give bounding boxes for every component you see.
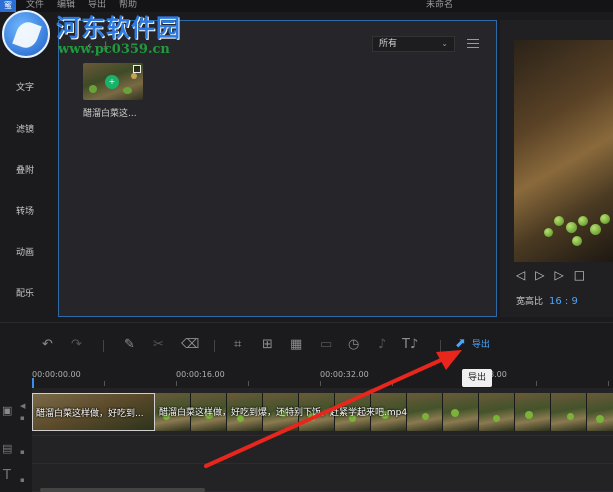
- app-logo: 蜜: [0, 0, 16, 12]
- title-bar: 蜜 文件 编辑 导出 帮助 未命名: [0, 0, 613, 12]
- filter-value: 所有: [379, 39, 398, 49]
- back-icon[interactable]: ‹: [87, 39, 91, 53]
- menu-export[interactable]: 导出: [88, 0, 106, 11]
- export-icon: ⬈: [455, 336, 466, 351]
- checkbox-icon[interactable]: [133, 65, 141, 73]
- sidebar-item-filters[interactable]: 滤镜: [0, 122, 58, 135]
- category-sidebar: 文字 滤镜 叠附 转场 动画 配乐: [0, 60, 58, 317]
- zoom-frame-icon[interactable]: ⊞: [262, 337, 273, 352]
- document-title: 未命名: [426, 0, 454, 10]
- overlay-track-icon: ▤: [2, 442, 13, 455]
- menu-help[interactable]: 帮助: [119, 0, 137, 11]
- video-track-icon: ▣: [2, 404, 13, 417]
- duration-clock-icon[interactable]: ◷: [348, 337, 359, 352]
- preview-video-frame: [514, 40, 613, 262]
- next-frame-icon[interactable]: ▷: [554, 268, 563, 282]
- crop-icon[interactable]: ⌗: [234, 337, 241, 352]
- menu-file[interactable]: 文件: [26, 0, 44, 11]
- stop-icon[interactable]: □: [574, 268, 585, 282]
- screen-icon[interactable]: ▭: [320, 337, 332, 352]
- video-clip[interactable]: 醋溜白菜这样做，好吃到... 醋溜白菜这样做，好吃到爆，还特别下饭，赶紧学起来吧…: [32, 393, 613, 431]
- undo-icon[interactable]: ↶: [42, 337, 53, 352]
- previous-frame-icon[interactable]: ◁: [516, 268, 525, 282]
- export-button[interactable]: ⬈ 导出: [455, 336, 490, 351]
- sidebar-item-animations[interactable]: 动画: [0, 245, 58, 258]
- lock-icon[interactable]: ▪: [20, 476, 25, 484]
- media-item[interactable]: + 醋溜白菜这...: [83, 63, 145, 119]
- timeline-tracks: ▣ ◀ ▪ 醋溜白菜这样做，好吃到... 醋溜白菜这样做，好吃到爆，还特别下饭，…: [0, 388, 613, 492]
- sidebar-item-text[interactable]: 文字: [0, 80, 58, 93]
- sidebar-item-transitions[interactable]: 转场: [0, 204, 58, 217]
- timeline-scrollbar[interactable]: [40, 488, 205, 492]
- media-filter-select[interactable]: 所有 ⌄: [372, 36, 455, 52]
- overlay-track-header: ▤ ▪: [0, 436, 32, 464]
- text-to-speech-icon[interactable]: T♪: [402, 337, 418, 352]
- media-thumbnail: +: [83, 63, 143, 100]
- clip-title: 醋溜白菜这样做，好吃到...: [36, 409, 144, 419]
- timecode-0: 00:00:00.00: [32, 370, 81, 379]
- aspect-ratio-label: 宽高比: [516, 297, 544, 307]
- library-tools: ‹ ⤓: [87, 39, 108, 53]
- menu-bar: 文件 编辑 导出 帮助: [26, 0, 137, 11]
- sidebar-item-music[interactable]: 配乐: [0, 286, 58, 299]
- aspect-ratio[interactable]: 宽高比 16 : 9: [516, 294, 578, 307]
- scissors-icon[interactable]: ✂: [153, 337, 164, 352]
- delete-icon[interactable]: ⌫: [181, 337, 199, 352]
- text-track-header: T ▪: [0, 464, 32, 492]
- video-track-header: ▣ ◀ ▪: [0, 388, 32, 436]
- play-icon[interactable]: ▷: [535, 268, 544, 282]
- video-editor-window: 蜜 文件 编辑 导出 帮助 未命名 文字 滤镜 叠附 转场 动画 配乐 ‹ ⤓ …: [0, 0, 613, 492]
- clip-filename: 醋溜白菜这样做，好吃到爆，还特别下饭，赶紧学起来吧.mp4: [159, 408, 408, 418]
- mute-icon[interactable]: ◀: [20, 402, 25, 410]
- export-tooltip: 导出: [462, 369, 492, 387]
- menu-edit[interactable]: 编辑: [57, 0, 75, 11]
- preview-panel: ◁ ▷ ▷ □ 宽高比 16 : 9: [500, 20, 613, 317]
- import-icon[interactable]: ⤓: [103, 39, 108, 53]
- clip-cover-frame: 醋溜白菜这样做，好吃到...: [32, 393, 155, 431]
- mosaic-icon[interactable]: ▦: [290, 337, 302, 352]
- list-view-icon[interactable]: [467, 39, 479, 49]
- microphone-icon[interactable]: ♪: [378, 337, 386, 352]
- lock-icon[interactable]: ▪: [20, 448, 25, 456]
- export-label: 导出: [471, 340, 490, 350]
- text-track-icon: T: [3, 468, 11, 483]
- add-to-timeline-icon[interactable]: +: [105, 75, 119, 89]
- timeline-ruler[interactable]: 00:00:00.00 00:00:16.00 00:00:32.00 8.00: [0, 366, 613, 388]
- chevron-down-icon: ⌄: [441, 39, 448, 48]
- redo-icon[interactable]: ↷: [71, 337, 82, 352]
- aspect-ratio-value: 16 : 9: [549, 296, 578, 307]
- media-item-name: 醋溜白菜这...: [83, 109, 137, 119]
- playback-controls: ◁ ▷ ▷ □: [516, 268, 585, 282]
- overlay-track[interactable]: [32, 436, 613, 464]
- edit-toolbar: ↶ ↷ ✎ ✂ ⌫ ⌗ ⊞ ▦ ▭ ◷ ♪ T♪ ⬈ 导出: [0, 322, 613, 368]
- playhead[interactable]: [32, 378, 34, 388]
- sidebar-item-overlays[interactable]: 叠附: [0, 163, 58, 176]
- edit-pencil-icon[interactable]: ✎: [124, 337, 135, 352]
- timecode-16: 00:00:16.00: [176, 370, 225, 379]
- timecode-32: 00:00:32.00: [320, 370, 369, 379]
- media-library-panel: ‹ ⤓ 所有 ⌄ + 醋溜白菜这...: [58, 20, 497, 317]
- lock-icon[interactable]: ▪: [20, 414, 25, 422]
- watermark-logo: [2, 10, 50, 58]
